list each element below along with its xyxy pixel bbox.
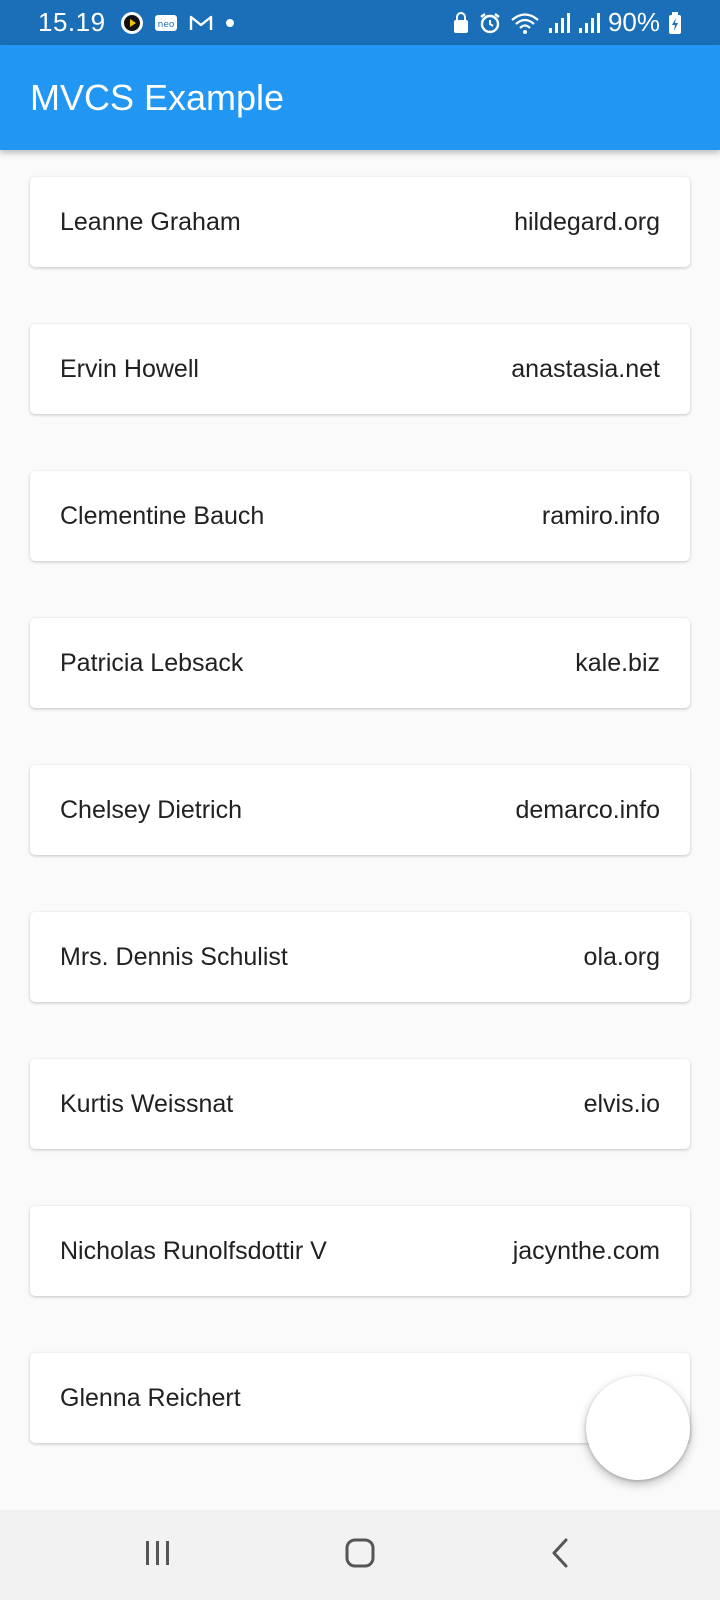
alarm-icon bbox=[478, 11, 502, 35]
user-name: Nicholas Runolfsdottir V bbox=[60, 1237, 327, 1265]
user-website: elvis.io bbox=[583, 1090, 660, 1118]
signal-icon bbox=[548, 11, 570, 35]
status-right: 90% bbox=[452, 0, 682, 45]
user-name: Patricia Lebsack bbox=[60, 649, 244, 677]
recent-apps-button[interactable] bbox=[108, 1510, 208, 1600]
back-icon bbox=[548, 1537, 572, 1574]
user-name: Glenna Reichert bbox=[60, 1384, 241, 1412]
recent-apps-icon bbox=[143, 1538, 173, 1573]
user-name: Leanne Graham bbox=[60, 208, 241, 236]
vpn-lock-icon bbox=[452, 11, 470, 35]
user-card[interactable]: Leanne Graham hildegard.org bbox=[30, 177, 690, 267]
notification-app-icon bbox=[120, 11, 144, 35]
user-website: jacynthe.com bbox=[512, 1237, 660, 1265]
neo-icon: neo bbox=[154, 13, 178, 33]
user-website: demarco.info bbox=[515, 796, 660, 824]
user-card[interactable]: Clementine Bauch ramiro.info bbox=[30, 471, 690, 561]
battery-charging-icon bbox=[668, 11, 682, 35]
user-card[interactable]: Ervin Howell anastasia.net bbox=[30, 324, 690, 414]
status-left: 15.19 neo bbox=[38, 0, 236, 45]
app-bar: MVCS Example bbox=[0, 45, 720, 150]
gmail-icon bbox=[188, 13, 214, 33]
user-website: ramiro.info bbox=[541, 502, 660, 530]
user-website: anastasia.net bbox=[511, 355, 660, 383]
user-name: Ervin Howell bbox=[60, 355, 199, 383]
dot-icon bbox=[224, 17, 236, 29]
user-list[interactable]: Leanne Graham hildegard.org Ervin Howell… bbox=[0, 150, 720, 1510]
user-website: kale.biz bbox=[575, 649, 660, 677]
wifi-icon bbox=[510, 11, 540, 35]
back-button[interactable] bbox=[510, 1510, 610, 1600]
user-name: Clementine Bauch bbox=[60, 502, 265, 530]
status-bar: 15.19 neo 90% bbox=[0, 0, 720, 45]
user-name: Mrs. Dennis Schulist bbox=[60, 943, 288, 971]
user-card[interactable]: Chelsey Dietrich demarco.info bbox=[30, 765, 690, 855]
status-time: 15.19 bbox=[38, 7, 106, 37]
svg-text:neo: neo bbox=[157, 20, 174, 30]
navigation-bar bbox=[0, 1510, 720, 1600]
battery-percent: 90% bbox=[607, 7, 660, 37]
user-name: Kurtis Weissnat bbox=[60, 1090, 234, 1118]
home-icon bbox=[344, 1537, 376, 1574]
user-website: ola.org bbox=[583, 943, 660, 971]
signal-icon bbox=[578, 11, 600, 35]
user-website: hildegard.org bbox=[514, 208, 660, 236]
user-card[interactable]: Kurtis Weissnat elvis.io bbox=[30, 1059, 690, 1149]
floating-action-button[interactable] bbox=[586, 1376, 690, 1480]
home-button[interactable] bbox=[310, 1510, 410, 1600]
app-title: MVCS Example bbox=[30, 77, 285, 118]
user-card[interactable]: Nicholas Runolfsdottir V jacynthe.com bbox=[30, 1206, 690, 1296]
user-name: Chelsey Dietrich bbox=[60, 796, 243, 824]
user-card[interactable]: Patricia Lebsack kale.biz bbox=[30, 618, 690, 708]
user-card[interactable]: Mrs. Dennis Schulist ola.org bbox=[30, 912, 690, 1002]
